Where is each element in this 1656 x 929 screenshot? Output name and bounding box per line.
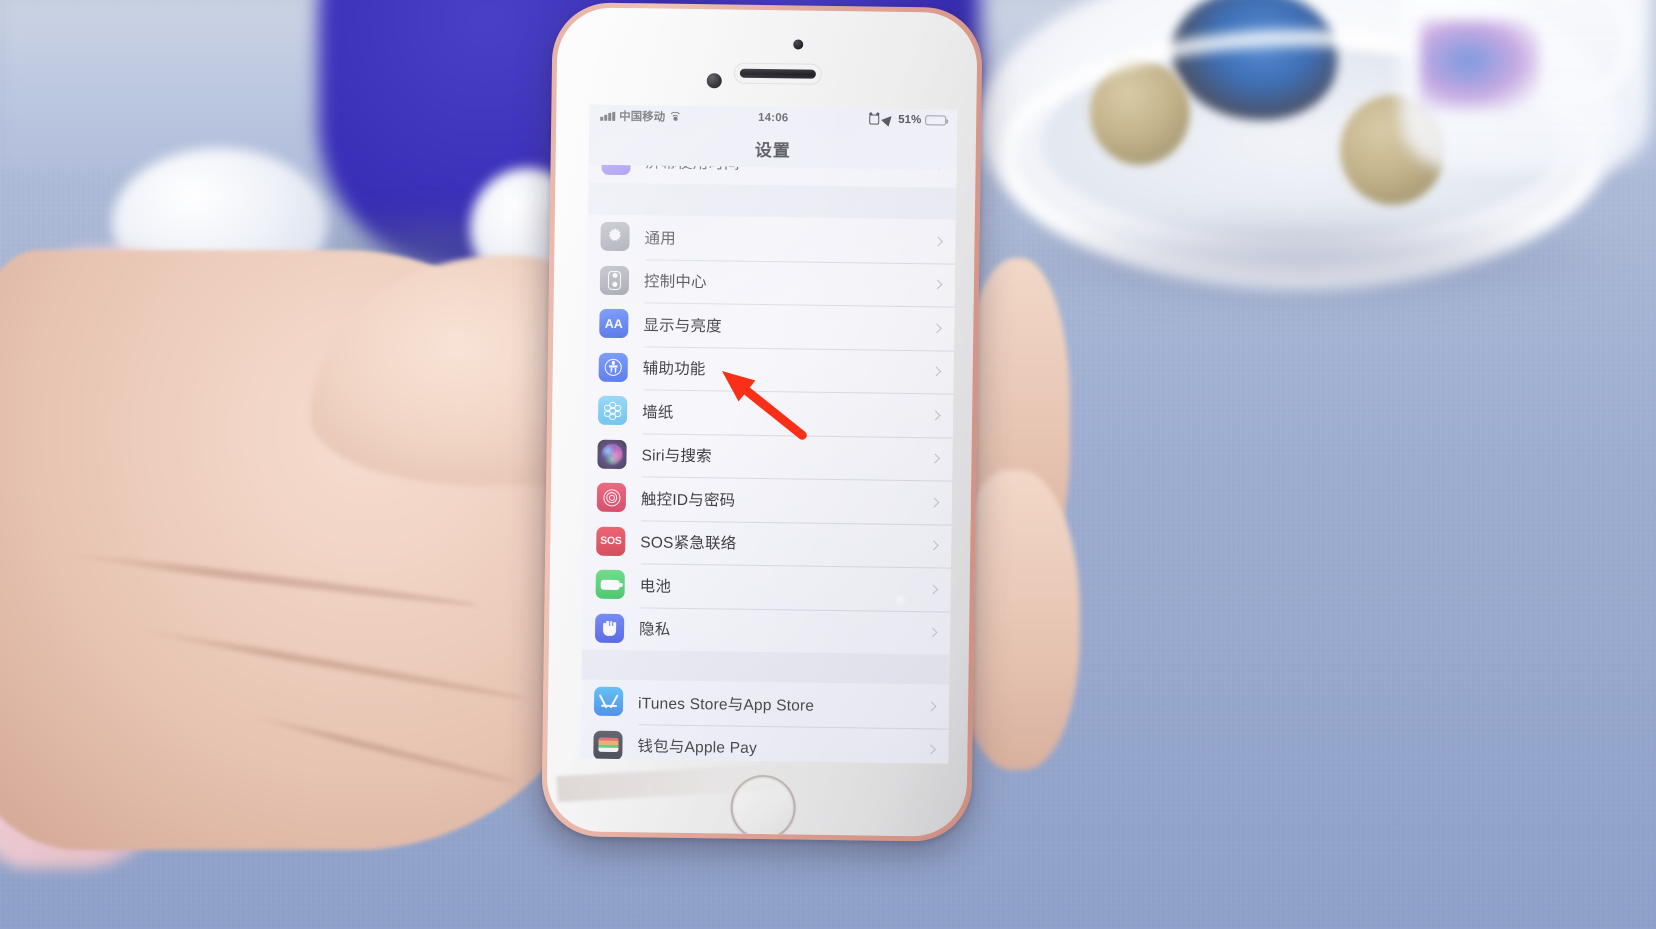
table-row[interactable]: 控制中心 <box>586 258 956 307</box>
chevron-right-icon <box>928 540 939 551</box>
list-item-label: 钱包与Apple Pay <box>637 738 758 758</box>
list-item-label: SOS紧急联络 <box>640 534 737 553</box>
settings-list[interactable]: 屏幕使用时间 通用控制中心AA显示与亮度辅助功能墙纸Siri与搜索触控ID与密码… <box>580 164 957 764</box>
phone-front-panel: 中国移动 14:06 51% 设置 通用 控制中心 AA 显示与亮度 辅助功能 … <box>546 7 978 837</box>
alarm-icon <box>869 114 880 125</box>
page-title: 设置 <box>754 140 791 160</box>
screen-dust-speck-2 <box>665 357 675 365</box>
screen-time-icon <box>601 164 631 176</box>
table-row[interactable]: 隐私 <box>581 606 951 655</box>
proximity-sensor-icon <box>793 39 804 50</box>
chevron-right-icon <box>928 584 939 595</box>
wallpaper-icon <box>597 395 628 426</box>
chevron-right-icon <box>930 453 940 464</box>
list-section-gap-1 <box>587 182 957 220</box>
cup-decoration <box>1420 20 1540 110</box>
battery-percent-label: 51% <box>898 113 922 127</box>
status-bar-right: 51% <box>773 112 947 127</box>
battery-icon <box>595 569 625 600</box>
touch-id-icon <box>596 482 627 513</box>
list-item-label: 电池 <box>639 578 672 596</box>
settings-group-main[interactable]: 通用控制中心 AA 显示与亮度辅助功能墙纸 Siri与搜索触控ID与密码 SOS SOS紧… <box>581 214 956 655</box>
chevron-right-icon <box>930 410 941 421</box>
table-row[interactable]: 辅助功能 <box>585 345 955 394</box>
photo-scene: 中国移动 14:06 51% 设置 通用 控制中心 AA 显示与亮度 辅助功能 … <box>0 0 1656 929</box>
phone-screen[interactable]: 中国移动 14:06 51% 设置 通用 控制中心 AA 显示与亮度 辅助功能 … <box>580 104 958 764</box>
chevron-right-icon <box>925 744 936 755</box>
table-row[interactable]: 钱包与Apple Pay <box>580 722 949 764</box>
list-item-label: iTunes Store与App Store <box>637 695 815 715</box>
table-row[interactable]: Siri与搜索 <box>584 432 953 481</box>
nav-bar: 设置 <box>588 126 958 170</box>
sos-icon: SOS <box>596 526 626 556</box>
earpiece-speaker-icon <box>739 68 816 79</box>
list-item-label: 触控ID与密码 <box>640 491 736 510</box>
table-row[interactable]: SOS SOS紧急联络 <box>583 519 952 568</box>
location-arrow-icon <box>881 112 896 127</box>
table-row[interactable]: AA 显示与亮度 <box>586 301 955 351</box>
iphone-device: 中国移动 14:06 51% 设置 通用 控制中心 AA 显示与亮度 辅助功能 … <box>541 2 983 842</box>
table-row[interactable]: iTunes Store与App Store <box>580 679 950 729</box>
list-item-label: 隐私 <box>638 621 671 639</box>
table-row[interactable]: 墙纸 <box>584 388 954 438</box>
table-row[interactable]: 通用 <box>587 214 956 264</box>
settings-group-stores[interactable]: iTunes Store与App Store 钱包与Apple Pay <box>580 679 950 764</box>
chevron-right-icon <box>931 366 942 377</box>
screen-dust-speck-1 <box>892 593 909 607</box>
privacy-hand-icon <box>594 613 625 643</box>
wallet-icon <box>593 730 623 760</box>
chevron-right-icon <box>931 323 942 334</box>
list-item-label: 墙纸 <box>642 404 674 422</box>
chevron-right-icon <box>933 236 943 247</box>
dish-shadow <box>990 215 1620 305</box>
list-item-label: 显示与亮度 <box>643 317 722 336</box>
app-store-icon <box>593 686 624 717</box>
list-item-label: Siri与搜索 <box>641 447 712 466</box>
accessibility-icon <box>598 352 628 382</box>
list-item-label: 通用 <box>644 230 677 248</box>
chevron-right-icon <box>927 627 938 638</box>
chevron-right-icon <box>926 701 937 712</box>
chevron-right-icon <box>929 497 940 508</box>
battery-icon <box>925 115 947 126</box>
display-aa-icon: AA <box>599 308 629 339</box>
siri-icon <box>597 439 627 469</box>
chevron-right-icon <box>932 279 943 290</box>
table-row[interactable]: 触控ID与密码 <box>583 475 953 525</box>
front-camera-icon <box>706 73 722 89</box>
gear-icon <box>600 221 630 252</box>
list-item-label: 控制中心 <box>643 273 707 292</box>
sliders-icon <box>599 265 630 295</box>
